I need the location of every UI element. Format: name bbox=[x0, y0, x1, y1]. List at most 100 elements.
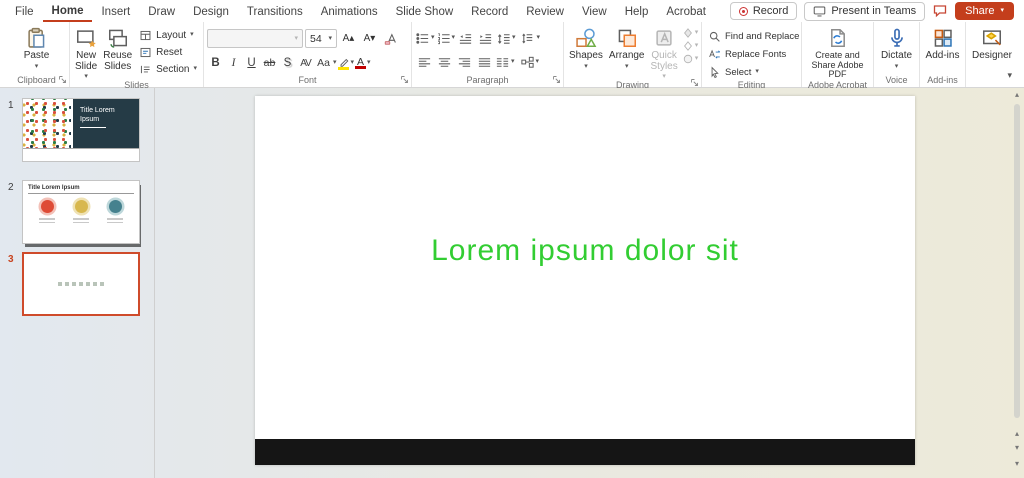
menu-help[interactable]: Help bbox=[616, 2, 658, 21]
dots-graphic bbox=[23, 99, 71, 149]
increase-font-size-button[interactable]: A▴ bbox=[339, 30, 358, 48]
vertical-scrollbar[interactable]: ▴ ▴ ▾ ▾ bbox=[1010, 88, 1024, 478]
change-case-button[interactable]: Aa ▾ bbox=[315, 54, 336, 72]
microphone-icon bbox=[890, 28, 903, 47]
menu-draw[interactable]: Draw bbox=[139, 2, 184, 21]
font-size-combobox[interactable]: 54 ▾ bbox=[305, 29, 337, 48]
slide-thumbnail-2[interactable]: Title Lorem Ipsum bbox=[22, 180, 140, 244]
menu-view[interactable]: View bbox=[573, 2, 616, 21]
new-slide-button[interactable]: New Slide ▾ bbox=[73, 25, 99, 80]
bold-button[interactable]: B bbox=[207, 54, 224, 72]
clear-formatting-button[interactable] bbox=[381, 30, 400, 48]
strikethrough-button[interactable]: ab bbox=[261, 54, 278, 72]
create-pdf-label: Create and Share Adobe PDF bbox=[811, 50, 864, 79]
menu-acrobat[interactable]: Acrobat bbox=[657, 2, 715, 21]
align-right-button[interactable] bbox=[455, 53, 474, 71]
circles-row bbox=[23, 194, 139, 223]
paste-clipboard-icon bbox=[28, 27, 45, 48]
quick-styles-button[interactable]: Quick Styles ▾ bbox=[649, 25, 680, 80]
paragraph-dialog-launcher-icon[interactable] bbox=[552, 75, 561, 84]
change-case-label: Aa bbox=[317, 57, 330, 69]
select-cursor-icon bbox=[711, 66, 719, 78]
menu-review[interactable]: Review bbox=[517, 2, 573, 21]
present-in-teams-button[interactable]: Present in Teams bbox=[804, 1, 926, 21]
scrollbar-thumb[interactable] bbox=[1014, 104, 1020, 418]
menu-insert[interactable]: Insert bbox=[92, 2, 139, 21]
text-direction-icon bbox=[521, 32, 532, 44]
character-spacing-button[interactable]: AV bbox=[297, 54, 314, 72]
clipboard-dialog-launcher-icon[interactable] bbox=[58, 75, 67, 84]
justify-button[interactable] bbox=[475, 53, 494, 71]
numbering-button[interactable]: ▾ bbox=[436, 31, 455, 46]
columns-button[interactable]: ▾ bbox=[495, 55, 515, 70]
reuse-slides-button[interactable]: Reuse Slides bbox=[101, 25, 134, 72]
font-color-button[interactable]: A ▾ bbox=[355, 57, 371, 69]
decrease-indent-button[interactable] bbox=[456, 29, 475, 47]
menu-file[interactable]: File bbox=[6, 2, 43, 21]
menu-record[interactable]: Record bbox=[462, 2, 517, 21]
text-direction-button[interactable]: ▾ bbox=[521, 31, 540, 46]
shapes-button[interactable]: Shapes ▾ bbox=[567, 25, 605, 70]
slide-text[interactable]: Lorem ipsum dolor sit bbox=[255, 234, 915, 268]
shape-effects-button[interactable]: ▾ bbox=[682, 53, 698, 65]
align-left-icon bbox=[418, 57, 431, 67]
reset-button[interactable]: Reset bbox=[136, 44, 200, 60]
paste-button[interactable]: Paste ▾ bbox=[22, 25, 52, 70]
chevron-down-icon: ▾ bbox=[1000, 7, 1004, 14]
layout-button[interactable]: Layout ▾ bbox=[136, 27, 200, 43]
section-label: Section bbox=[156, 63, 190, 75]
font-group-label: Font bbox=[298, 74, 317, 85]
font-dialog-launcher-icon[interactable] bbox=[400, 75, 409, 84]
menu-slide-show[interactable]: Slide Show bbox=[387, 2, 463, 21]
slide-thumbnail-1[interactable]: Title Lorem Ipsum bbox=[22, 98, 140, 162]
italic-button[interactable]: I bbox=[225, 54, 242, 72]
dictate-button[interactable]: Dictate ▾ bbox=[879, 25, 914, 70]
teal-circle-graphic bbox=[108, 200, 122, 213]
menu-transitions[interactable]: Transitions bbox=[238, 2, 312, 21]
menu-home[interactable]: Home bbox=[42, 1, 93, 22]
addins-button[interactable]: Add-ins bbox=[924, 25, 962, 62]
adobe-acrobat-group: Create and Share Adobe PDF Adobe Acrobat bbox=[802, 22, 874, 90]
shape-outline-button[interactable]: ▾ bbox=[682, 40, 698, 52]
shape-fill-icon bbox=[683, 28, 692, 38]
shape-fill-button[interactable]: ▾ bbox=[682, 27, 698, 39]
scroll-up-icon[interactable]: ▴ bbox=[1010, 90, 1024, 99]
previous-slide-icon[interactable]: ▴ bbox=[1010, 429, 1024, 438]
align-center-button[interactable] bbox=[435, 53, 454, 71]
text-highlight-color-button[interactable]: ▾ bbox=[338, 57, 354, 70]
present-in-teams-label: Present in Teams bbox=[831, 5, 917, 17]
comments-icon[interactable] bbox=[932, 3, 948, 19]
menu-design[interactable]: Design bbox=[184, 2, 238, 21]
select-button[interactable]: Select ▾ bbox=[705, 64, 802, 80]
thumbnail-title: Title Lorem Ipsum bbox=[80, 107, 115, 123]
text-shadow-button[interactable]: S bbox=[279, 54, 296, 72]
section-button[interactable]: Section ▾ bbox=[136, 61, 200, 77]
highlight-icon bbox=[338, 57, 350, 70]
menu-animations[interactable]: Animations bbox=[312, 2, 387, 21]
record-button[interactable]: Record bbox=[729, 2, 798, 20]
slide-footer-bar[interactable] bbox=[255, 439, 915, 465]
find-and-replace-button[interactable]: Find and Replace bbox=[705, 28, 802, 44]
create-and-share-adobe-pdf-button[interactable]: Create and Share Adobe PDF bbox=[805, 25, 870, 80]
next-slide-icon[interactable]: ▾ bbox=[1010, 443, 1024, 452]
collapse-ribbon-icon[interactable]: ▾ bbox=[1007, 70, 1012, 81]
thumbnail-title: Title Lorem Ipsum bbox=[28, 185, 80, 191]
arrange-button[interactable]: Arrange ▾ bbox=[607, 25, 647, 70]
font-name-combobox[interactable]: ▾ bbox=[207, 29, 303, 48]
slide-thumbnail-3-selected[interactable] bbox=[22, 252, 140, 316]
convert-to-smartart-button[interactable]: ▾ bbox=[520, 55, 539, 70]
increase-indent-button[interactable] bbox=[476, 29, 495, 47]
bullets-button[interactable]: ▾ bbox=[415, 31, 435, 46]
replace-fonts-button[interactable]: Replace Fonts bbox=[705, 46, 802, 62]
decrease-font-size-button[interactable]: A▾ bbox=[360, 30, 379, 48]
scroll-down-icon[interactable]: ▾ bbox=[1010, 459, 1024, 468]
designer-button[interactable]: Designer bbox=[970, 25, 1014, 62]
chevron-down-icon: ▾ bbox=[755, 68, 759, 75]
underline-button[interactable]: U bbox=[243, 54, 260, 72]
paste-label: Paste bbox=[23, 50, 50, 61]
drawing-dialog-launcher-icon[interactable] bbox=[690, 78, 699, 87]
line-spacing-button[interactable]: ▾ bbox=[496, 31, 516, 46]
share-button[interactable]: Share ▾ bbox=[955, 2, 1014, 20]
slide-canvas[interactable]: Lorem ipsum dolor sit bbox=[255, 96, 915, 465]
align-left-button[interactable] bbox=[415, 53, 434, 71]
